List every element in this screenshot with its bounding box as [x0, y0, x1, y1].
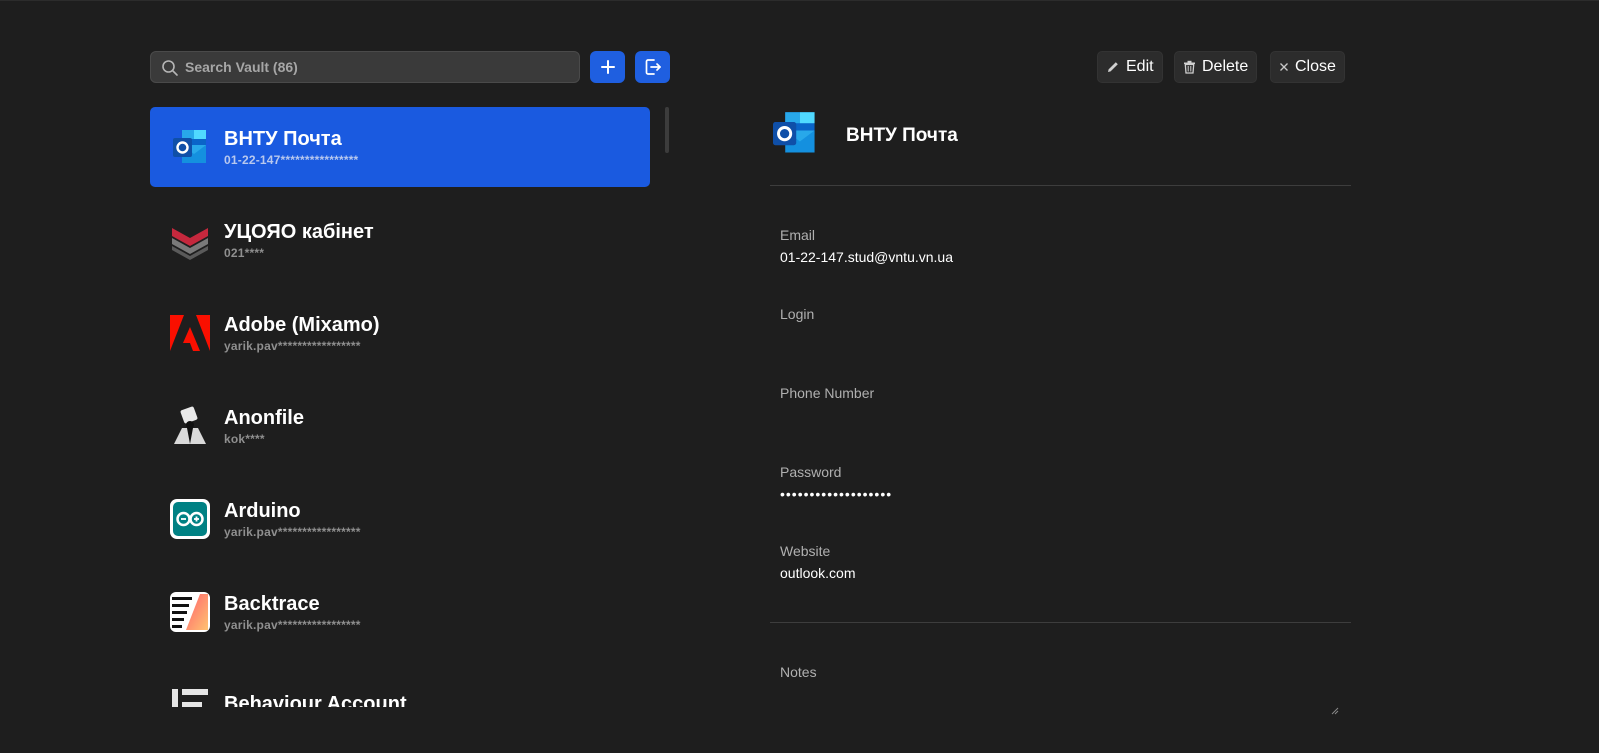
- phone-value[interactable]: [780, 407, 1340, 424]
- item-username: 01-22-147****************: [224, 153, 359, 167]
- adobe-icon: [170, 313, 210, 353]
- delete-button[interactable]: Delete: [1174, 51, 1258, 83]
- edit-button[interactable]: Edit: [1097, 51, 1163, 83]
- list-scrollbar[interactable]: [665, 107, 669, 153]
- vault-item[interactable]: УЦОЯО кабінет 021****: [150, 200, 650, 280]
- close-button[interactable]: Close: [1270, 51, 1345, 83]
- vault-item[interactable]: Behaviour Account: [150, 665, 650, 707]
- item-username: yarik.pav*****************: [224, 339, 361, 353]
- outlook-icon: [770, 111, 820, 160]
- password-field: Password •••••••••••••••••••: [780, 464, 1340, 503]
- header-divider: [770, 185, 1351, 186]
- plus-icon: [600, 60, 615, 74]
- arduino-icon: [170, 499, 210, 539]
- notes-textarea[interactable]: [776, 681, 1342, 719]
- item-name: УЦОЯО кабінет: [224, 221, 374, 243]
- search-bar[interactable]: [150, 51, 580, 83]
- vault-item[interactable]: Backtrace yarik.pav*****************: [150, 572, 650, 652]
- notes-label: Notes: [780, 664, 817, 680]
- detail-title: ВНТУ Почта: [846, 124, 958, 146]
- ucoyao-icon: [170, 220, 210, 260]
- item-name: Arduino: [224, 500, 301, 522]
- detail-header: ВНТУ Почта: [770, 111, 958, 160]
- close-label: Close: [1295, 58, 1336, 75]
- password-label: Password: [780, 464, 842, 480]
- item-username: yarik.pav*****************: [224, 618, 361, 632]
- website-value[interactable]: outlook.com: [780, 565, 1340, 582]
- backtrace-icon: [170, 592, 210, 632]
- item-username: kok****: [224, 432, 265, 446]
- vault-item[interactable]: Adobe (Mixamo) yarik.pav****************…: [150, 293, 650, 373]
- email-label: Email: [780, 227, 816, 243]
- search-input[interactable]: [185, 59, 579, 75]
- notes-field: Notes: [780, 664, 1340, 680]
- trash-icon: [1184, 60, 1195, 74]
- item-name: Anonfile: [224, 407, 304, 429]
- resize-grip-icon[interactable]: [1331, 707, 1339, 715]
- item-name: Behaviour Account: [224, 693, 407, 707]
- password-value[interactable]: •••••••••••••••••••: [780, 486, 1340, 503]
- search-icon: [162, 60, 178, 76]
- edit-label: Edit: [1126, 58, 1154, 75]
- item-name: ВНТУ Почта: [224, 128, 342, 150]
- item-name: Backtrace: [224, 593, 320, 615]
- delete-label: Delete: [1202, 58, 1249, 75]
- vault-item[interactable]: Anonfile kok****: [150, 386, 650, 466]
- vault-item[interactable]: ВНТУ Почта 01-22-147****************: [150, 107, 650, 187]
- email-value[interactable]: 01-22-147.stud@vntu.vn.ua: [780, 249, 1340, 266]
- phone-field: Phone Number: [780, 385, 1340, 424]
- close-icon: [1280, 63, 1288, 71]
- website-field: Website outlook.com: [780, 543, 1340, 582]
- logout-button[interactable]: [635, 51, 670, 83]
- email-field: Email 01-22-147.stud@vntu.vn.ua: [780, 227, 1340, 266]
- item-name: Adobe (Mixamo): [224, 314, 380, 336]
- phone-label: Phone Number: [780, 385, 875, 401]
- login-field: Login: [780, 306, 1340, 345]
- vault-list: ВНТУ Почта 01-22-147**************** УЦО…: [150, 107, 650, 707]
- outlook-icon: [170, 127, 210, 167]
- behaviour-icon: [170, 685, 210, 707]
- website-label: Website: [780, 543, 831, 559]
- item-username: 021****: [224, 246, 265, 260]
- add-item-button[interactable]: [590, 51, 625, 83]
- pencil-icon: [1108, 62, 1118, 72]
- anonfile-icon: [170, 406, 210, 446]
- login-value[interactable]: [780, 328, 1340, 345]
- login-label: Login: [780, 306, 815, 322]
- notes-divider: [770, 622, 1351, 623]
- vault-item[interactable]: Arduino yarik.pav*****************: [150, 479, 650, 559]
- item-username: yarik.pav*****************: [224, 525, 361, 539]
- logout-icon: [645, 59, 661, 75]
